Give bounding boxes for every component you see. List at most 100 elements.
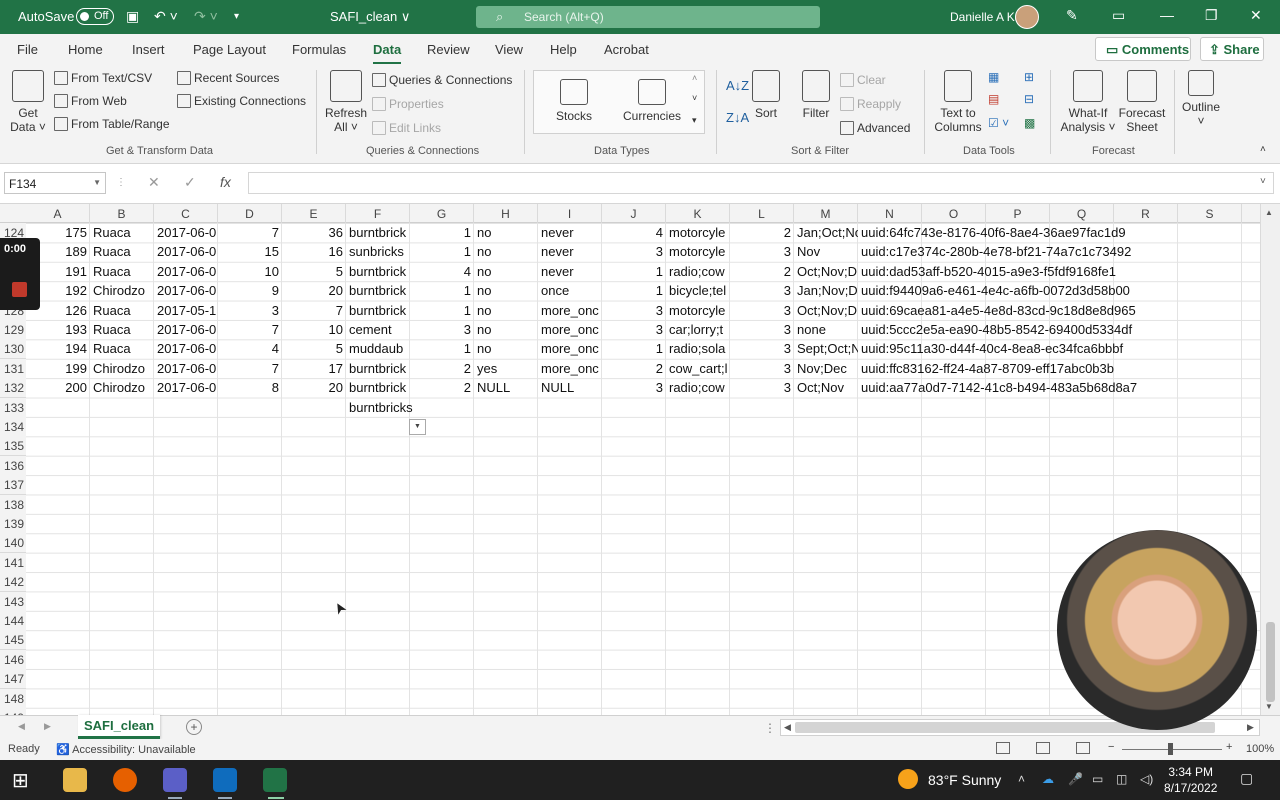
column-header-c[interactable]: C bbox=[154, 204, 218, 223]
cell-d-127[interactable]: 9 bbox=[218, 281, 282, 300]
row-header[interactable]: 135 bbox=[0, 436, 26, 457]
text-to-columns-button[interactable]: Text to Columns bbox=[930, 70, 986, 134]
cell-l-126[interactable]: 2 bbox=[730, 262, 794, 281]
cell-b-131[interactable]: Chirodzo bbox=[90, 359, 154, 378]
get-data-button[interactable]: Get Data ˅ bbox=[8, 70, 48, 134]
cell-d-129[interactable]: 7 bbox=[218, 320, 282, 339]
cell-f-131[interactable]: burntbrick bbox=[346, 359, 410, 378]
cell-h-128[interactable]: no bbox=[474, 301, 538, 320]
data-validation-dropdown-icon[interactable]: ▼ bbox=[409, 419, 426, 435]
column-header-q[interactable]: Q bbox=[1050, 204, 1114, 223]
cell-f-128[interactable]: burntbrick bbox=[346, 301, 410, 320]
windows-start-icon[interactable]: ⊞ bbox=[12, 768, 36, 792]
cell-j-131[interactable]: 2 bbox=[602, 359, 666, 378]
cell-a-131[interactable]: 199 bbox=[26, 359, 90, 378]
zoom-in-icon[interactable]: + bbox=[1226, 741, 1232, 753]
column-header-m[interactable]: M bbox=[794, 204, 858, 223]
cell-g-131[interactable]: 2 bbox=[410, 359, 474, 378]
cell-f-132[interactable]: burntbrick bbox=[346, 378, 410, 397]
insert-function-icon[interactable]: fx bbox=[220, 174, 231, 190]
row-header[interactable]: 138 bbox=[0, 494, 26, 515]
file-explorer-icon[interactable] bbox=[63, 768, 87, 792]
refresh-all-button[interactable]: Refresh All ˅ bbox=[324, 70, 368, 134]
cell-b-129[interactable]: Ruaca bbox=[90, 320, 154, 339]
column-header-b[interactable]: B bbox=[90, 204, 154, 223]
cell-j-129[interactable]: 3 bbox=[602, 320, 666, 339]
cell-f-125[interactable]: sunbricks bbox=[346, 242, 410, 261]
cell-d-124[interactable]: 7 bbox=[218, 223, 282, 242]
cell-k-124[interactable]: motorcyle bbox=[666, 223, 730, 242]
comments-button[interactable]: ▭ Comments bbox=[1095, 37, 1191, 61]
cell-k-125[interactable]: motorcyle bbox=[666, 242, 730, 261]
cancel-icon[interactable]: ✕ bbox=[148, 174, 160, 191]
cell-k-130[interactable]: radio;sola bbox=[666, 339, 730, 358]
page-break-view-icon[interactable] bbox=[1076, 742, 1090, 754]
row-header[interactable]: 146 bbox=[0, 649, 26, 670]
firefox-icon[interactable] bbox=[113, 768, 137, 792]
cell-f-130[interactable]: muddaub bbox=[346, 339, 410, 358]
restore-icon[interactable]: ❐ bbox=[1205, 7, 1218, 24]
autosave-toggle[interactable]: Off bbox=[76, 8, 114, 25]
cell-m-125[interactable]: Nov bbox=[794, 242, 858, 261]
save-icon[interactable]: ▣ bbox=[126, 8, 139, 25]
queries-connections-button[interactable]: Queries & Connections bbox=[372, 73, 512, 87]
currencies-button[interactable]: Currencies bbox=[622, 79, 682, 123]
row-header[interactable]: 143 bbox=[0, 591, 26, 612]
cell-i-130[interactable]: more_onc bbox=[538, 339, 602, 358]
search-box[interactable]: ⌕ Search (Alt+Q) bbox=[476, 6, 820, 28]
tab-help[interactable]: Help bbox=[550, 42, 577, 57]
customize-toolbar-icon[interactable]: ▾ bbox=[234, 11, 239, 22]
cell-m-131[interactable]: Nov;Dec bbox=[794, 359, 858, 378]
cell-e-128[interactable]: 7 bbox=[282, 301, 346, 320]
cell-c-124[interactable]: 2017-06-0 bbox=[154, 223, 218, 242]
onedrive-icon[interactable]: ☁ bbox=[1042, 772, 1054, 786]
cell-k-126[interactable]: radio;cow bbox=[666, 262, 730, 281]
cell-h-126[interactable]: no bbox=[474, 262, 538, 281]
row-header[interactable]: 137 bbox=[0, 475, 26, 496]
cell-m-127[interactable]: Jan;Nov;D bbox=[794, 281, 858, 300]
network-icon[interactable]: ◫ bbox=[1116, 772, 1127, 786]
column-header-k[interactable]: K bbox=[666, 204, 730, 223]
cell-h-131[interactable]: yes bbox=[474, 359, 538, 378]
row-header[interactable]: 131 bbox=[0, 358, 26, 379]
cell-d-132[interactable]: 8 bbox=[218, 378, 282, 397]
row-header[interactable]: 132 bbox=[0, 378, 26, 399]
tab-review[interactable]: Review bbox=[427, 42, 470, 57]
scroll-down-icon[interactable]: ▼ bbox=[1265, 702, 1273, 711]
cell-e-127[interactable]: 20 bbox=[282, 281, 346, 300]
cell-n-130[interactable]: uuid:95c11a30-d44f-40c4-8ea8-ec34fca6bbb… bbox=[858, 339, 1238, 358]
cell-k-129[interactable]: car;lorry;t bbox=[666, 320, 730, 339]
cell-h-124[interactable]: no bbox=[474, 223, 538, 242]
cell-l-132[interactable]: 3 bbox=[730, 378, 794, 397]
column-header-e[interactable]: E bbox=[282, 204, 346, 223]
outline-button[interactable]: Outline ˅ bbox=[1180, 70, 1222, 128]
cell-m-132[interactable]: Oct;Nov bbox=[794, 378, 858, 397]
cell-f-126[interactable]: burntbrick bbox=[346, 262, 410, 281]
cell-g-130[interactable]: 1 bbox=[410, 339, 474, 358]
cell-g-125[interactable]: 1 bbox=[410, 242, 474, 261]
cell-n-131[interactable]: uuid:ffc83162-ff24-4a87-8709-eff17abc0b3… bbox=[858, 359, 1238, 378]
cell-e-126[interactable]: 5 bbox=[282, 262, 346, 281]
enter-icon[interactable]: ✓ bbox=[184, 174, 196, 191]
cell-l-131[interactable]: 3 bbox=[730, 359, 794, 378]
consolidate-icon[interactable]: ⊞ bbox=[1024, 70, 1034, 84]
cell-g-124[interactable]: 1 bbox=[410, 223, 474, 242]
scroll-left-icon[interactable]: ◀ bbox=[784, 722, 791, 733]
cell-h-129[interactable]: no bbox=[474, 320, 538, 339]
column-header-h[interactable]: H bbox=[474, 204, 538, 223]
row-header[interactable]: 129 bbox=[0, 320, 26, 340]
cell-e-124[interactable]: 36 bbox=[282, 223, 346, 242]
column-header-n[interactable]: N bbox=[858, 204, 922, 223]
cell-c-130[interactable]: 2017-06-0 bbox=[154, 339, 218, 358]
tab-split-handle-icon[interactable]: ⋮ bbox=[764, 721, 776, 735]
reapply-button[interactable]: Reapply bbox=[840, 97, 901, 111]
remove-duplicates-icon[interactable]: ▤ bbox=[988, 92, 999, 106]
from-text-csv-button[interactable]: From Text/CSV bbox=[54, 71, 152, 85]
cell-m-130[interactable]: Sept;Oct;N bbox=[794, 339, 858, 358]
cell-h-127[interactable]: no bbox=[474, 281, 538, 300]
row-header[interactable]: 136 bbox=[0, 455, 26, 476]
column-header-p[interactable]: P bbox=[986, 204, 1050, 223]
gallery-more-icon[interactable]: ▾ bbox=[692, 115, 697, 126]
notifications-icon[interactable]: ▢ bbox=[1240, 770, 1253, 787]
cell-m-124[interactable]: Jan;Oct;No bbox=[794, 223, 858, 242]
